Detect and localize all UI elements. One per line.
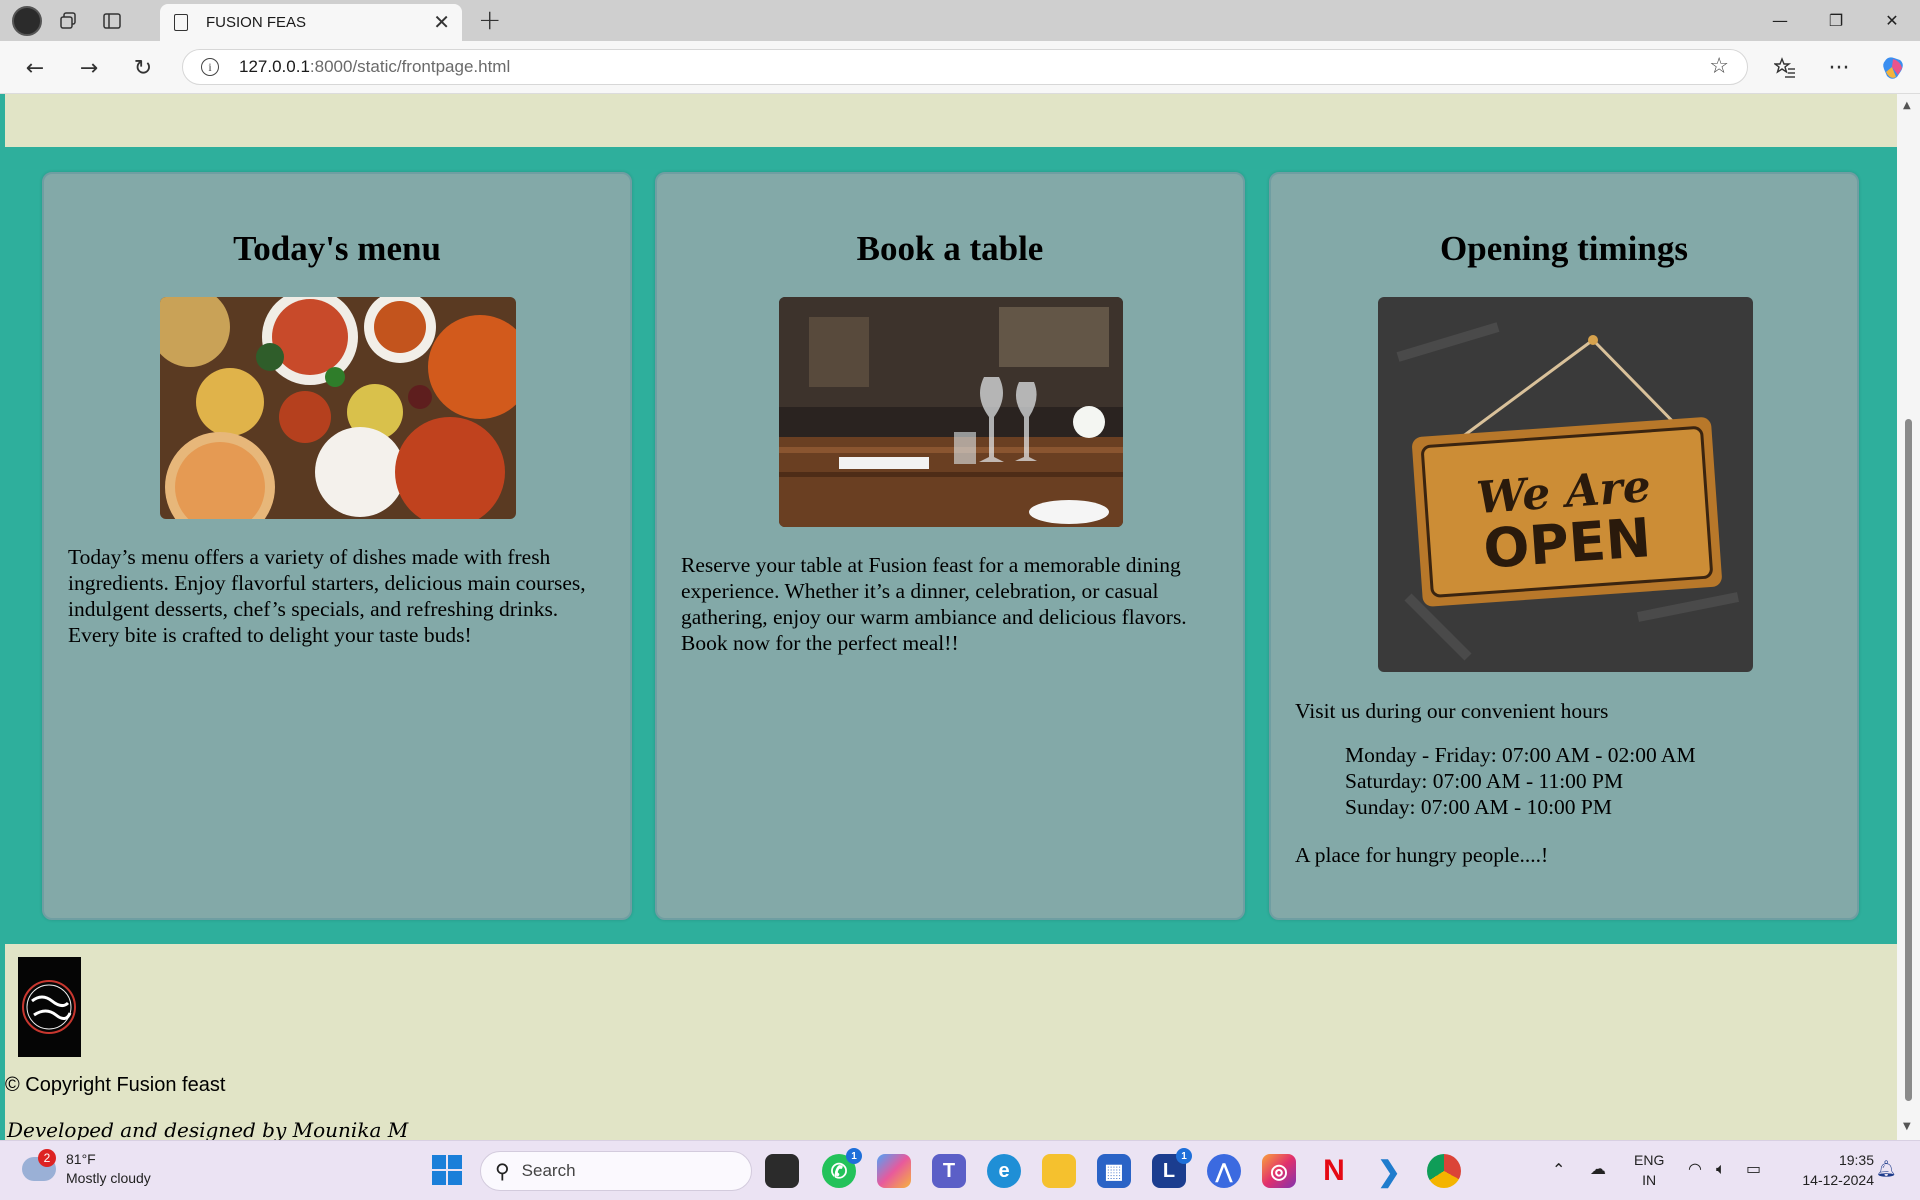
cloud-icon: 2 bbox=[22, 1149, 56, 1181]
tab-actions-icon[interactable] bbox=[94, 5, 130, 37]
hours-saturday: Saturday: 07:00 AM - 11:00 PM bbox=[1345, 769, 1624, 793]
weather-condition: Mostly cloudy bbox=[66, 1170, 151, 1186]
file-explorer-icon[interactable] bbox=[1042, 1154, 1076, 1188]
tagline: A place for hungry people....! bbox=[1295, 843, 1549, 867]
active-tab[interactable]: FUSION FEAS ✕ bbox=[160, 4, 462, 41]
task-view-icon[interactable] bbox=[765, 1154, 799, 1188]
system-clock[interactable]: 19:35 14-12-2024 bbox=[1802, 1150, 1874, 1190]
l-app-badge: 1 bbox=[1176, 1148, 1192, 1164]
wifi-icon[interactable]: ◠ bbox=[1688, 1159, 1702, 1178]
teams-icon[interactable]: T bbox=[932, 1154, 966, 1188]
url-host: 127.0.0.1 bbox=[239, 57, 310, 76]
card-title: Today's menu bbox=[233, 229, 441, 268]
card-title: Book a table bbox=[856, 229, 1044, 268]
sign-text-open: OPEN bbox=[1481, 506, 1653, 581]
close-window-icon[interactable]: ✕ bbox=[1864, 0, 1920, 41]
scroll-down-icon[interactable]: ▼ bbox=[1903, 1121, 1911, 1132]
volume-icon[interactable]: 🔈︎ bbox=[1716, 1159, 1726, 1179]
food-platter-image bbox=[160, 297, 516, 519]
tab-title: FUSION FEAS bbox=[206, 14, 307, 31]
minimize-icon[interactable]: — bbox=[1752, 0, 1808, 41]
windows-taskbar: 2 81°F Mostly cloudy ⚲ Search ✆ 1 T e ▦ L… bbox=[0, 1140, 1920, 1200]
menu-description: Today’s menu offers a variety of dishes … bbox=[68, 545, 586, 647]
hours-intro: Visit us during our convenient hours bbox=[1295, 699, 1609, 723]
hours-weekdays: Monday - Friday: 07:00 AM - 02:00 AM bbox=[1345, 743, 1696, 767]
hours-sunday: Sunday: 07:00 AM - 10:00 PM bbox=[1345, 795, 1612, 819]
clock-date: 14-12-2024 bbox=[1802, 1172, 1874, 1188]
show-hidden-icons[interactable]: ⌃ bbox=[1552, 1160, 1565, 1179]
edge-icon[interactable]: e bbox=[987, 1154, 1021, 1188]
restaurant-logo bbox=[18, 957, 81, 1057]
l-app-icon[interactable]: L1 bbox=[1152, 1148, 1192, 1188]
whatsapp-icon[interactable]: ✆ 1 bbox=[822, 1148, 862, 1188]
search-icon: ⚲ bbox=[495, 1159, 510, 1183]
restaurant-table-image bbox=[779, 297, 1123, 527]
vpn-app-icon[interactable]: ⋀ bbox=[1207, 1154, 1241, 1188]
back-icon[interactable]: ← bbox=[20, 53, 50, 83]
we-are-open-sign-image: We Are OPEN bbox=[1378, 297, 1753, 672]
scroll-up-icon[interactable]: ▲ bbox=[1903, 100, 1911, 111]
browser-tab-bar: FUSION FEAS ✕ + — ❐ ✕ bbox=[0, 0, 1920, 41]
instagram-icon[interactable]: ◎ bbox=[1262, 1154, 1296, 1188]
restore-icon[interactable]: ❐ bbox=[1808, 0, 1864, 41]
site-info-icon[interactable]: i bbox=[201, 58, 219, 76]
address-bar[interactable]: i 127.0.0.1:8000/static/frontpage.html ☆ bbox=[182, 49, 1748, 85]
refresh-icon[interactable]: ↻ bbox=[128, 53, 158, 83]
forward-icon[interactable]: → bbox=[74, 53, 104, 83]
temperature: 81°F bbox=[66, 1151, 96, 1167]
card-book-table: Book a table Reserve your table at Fusio… bbox=[655, 172, 1245, 920]
window-controls: — ❐ ✕ bbox=[1752, 0, 1920, 41]
url-text: 127.0.0.1:8000/static/frontpage.html bbox=[239, 57, 510, 77]
card-description: Reserve your table at Fusion feast for a… bbox=[681, 552, 1219, 656]
notification-bell-icon[interactable]: 🔔︎ bbox=[1876, 1159, 1896, 1178]
vscode-icon[interactable]: ❯ bbox=[1372, 1154, 1406, 1188]
page-scrollbar[interactable]: ▲ ▼ bbox=[1897, 94, 1920, 1140]
new-tab-icon[interactable]: + bbox=[478, 6, 501, 34]
header-band bbox=[5, 94, 1897, 147]
weather-badge: 2 bbox=[38, 1149, 56, 1167]
url-path: :8000/static/frontpage.html bbox=[309, 57, 511, 76]
lang-code: ENG bbox=[1634, 1152, 1665, 1168]
clock-time: 19:35 bbox=[1838, 1152, 1874, 1168]
browser-nav-bar: ← → ↻ i 127.0.0.1:8000/static/frontpage.… bbox=[0, 41, 1920, 94]
hours-list: Monday - Friday: 07:00 AM - 02:00 AM Sat… bbox=[1345, 742, 1833, 820]
copilot-icon[interactable] bbox=[1878, 53, 1908, 83]
language-indicator[interactable]: ENG IN bbox=[1634, 1150, 1664, 1190]
page-footer: © Copyright Fusion feast Developed and d… bbox=[5, 944, 1897, 1140]
page-viewport: Today's menu Today’s menu offers a varie… bbox=[0, 94, 1920, 1140]
copyright-text: © Copyright Fusion feast bbox=[5, 1074, 226, 1096]
netflix-icon[interactable]: N bbox=[1317, 1154, 1351, 1188]
favorites-icon[interactable] bbox=[1770, 53, 1800, 83]
store-icon[interactable]: ▦ bbox=[1097, 1154, 1131, 1188]
chrome-icon[interactable] bbox=[1427, 1154, 1461, 1188]
workspaces-icon[interactable] bbox=[50, 5, 86, 37]
close-tab-icon[interactable]: ✕ bbox=[433, 12, 450, 32]
taskbar-search[interactable]: ⚲ Search bbox=[480, 1151, 752, 1191]
developer-credit: Developed and designed by Mounika M bbox=[7, 1118, 409, 1140]
whatsapp-badge: 1 bbox=[846, 1148, 862, 1164]
start-icon[interactable] bbox=[432, 1155, 462, 1185]
battery-icon[interactable]: ▭ bbox=[1746, 1159, 1761, 1178]
search-placeholder: Search bbox=[521, 1161, 576, 1180]
card-opening-timings: Opening timings We Are OPEN Visit us dur… bbox=[1269, 172, 1859, 920]
page-icon bbox=[174, 14, 188, 31]
copilot-app-icon[interactable] bbox=[877, 1154, 911, 1188]
region-code: IN bbox=[1642, 1172, 1657, 1188]
card-title: Opening timings bbox=[1440, 229, 1688, 268]
card-description: Today’s menu offers a variety of dishes … bbox=[68, 544, 606, 648]
scrollbar-thumb[interactable] bbox=[1905, 419, 1912, 1101]
profile-avatar[interactable] bbox=[12, 5, 42, 36]
card-description: Visit us during our convenient hours Mon… bbox=[1295, 698, 1833, 868]
booking-description: Reserve your table at Fusion feast for a… bbox=[681, 553, 1187, 655]
more-options-icon[interactable]: ··· bbox=[1824, 53, 1854, 83]
favorite-star-icon[interactable]: ☆ bbox=[1709, 54, 1729, 79]
weather-widget[interactable]: 2 81°F Mostly cloudy bbox=[22, 1149, 151, 1188]
card-todays-menu: Today's menu Today’s menu offers a varie… bbox=[42, 172, 632, 920]
onedrive-icon[interactable]: ☁ bbox=[1590, 1159, 1606, 1178]
